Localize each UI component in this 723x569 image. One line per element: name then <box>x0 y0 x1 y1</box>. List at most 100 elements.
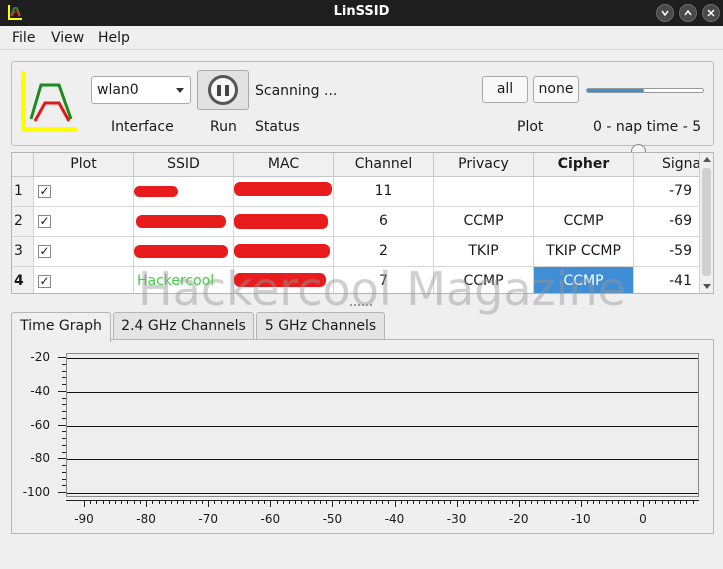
scroll-thumb[interactable] <box>702 168 711 276</box>
menu-bar: File View Help <box>0 26 723 50</box>
grid-line <box>67 493 698 494</box>
pause-icon <box>208 75 238 105</box>
x-axis-tick <box>500 500 502 504</box>
menu-view[interactable]: View <box>51 30 84 46</box>
x-axis-tick <box>456 500 458 507</box>
x-axis-tick <box>636 500 638 504</box>
ssid-cell <box>134 207 234 236</box>
nap-time-slider-track[interactable] <box>586 88 704 93</box>
signal-cell: -69 <box>669 213 692 229</box>
ssid-cell: Hackercool <box>134 267 234 293</box>
y-axis-tick <box>62 363 66 365</box>
redacted-ssid <box>136 215 226 228</box>
x-axis-tick <box>419 500 421 504</box>
y-tick-label: -80 <box>30 451 50 466</box>
cipher-cell: TKIP CCMP <box>534 237 634 266</box>
mac-cell <box>234 237 334 266</box>
tab-2-4-ghz-channels[interactable]: 2.4 GHz Channels <box>113 312 254 340</box>
x-axis-tick <box>282 500 284 504</box>
table-row[interactable]: 2 ✓ 6 CCMP CCMP -69 <box>12 207 698 237</box>
y-axis-tick <box>62 444 66 446</box>
plot-checkbox[interactable]: ✓ <box>38 215 51 228</box>
redacted-ssid <box>134 186 178 197</box>
x-axis-tick <box>574 500 576 504</box>
plot-checkbox[interactable]: ✓ <box>38 245 51 258</box>
window-title: LinSSID <box>333 4 390 19</box>
plot-checkbox[interactable]: ✓ <box>38 185 51 198</box>
header-ssid[interactable]: SSID <box>134 153 234 177</box>
header-channel[interactable]: Channel <box>334 153 434 177</box>
table-row[interactable]: 1 ✓ 11 -79 <box>12 177 698 207</box>
y-axis-tick <box>62 438 66 439</box>
plot-none-button[interactable]: none <box>533 76 579 103</box>
header-cipher[interactable]: Cipher <box>534 153 634 177</box>
x-axis-tick <box>195 500 197 504</box>
splitter-handle[interactable] <box>350 304 372 307</box>
menu-help[interactable]: Help <box>98 30 130 46</box>
x-axis-tick <box>568 500 570 504</box>
signal-cell: -79 <box>669 183 692 199</box>
x-axis-tick <box>288 500 290 504</box>
x-axis-tick <box>84 500 85 507</box>
maximize-icon <box>684 9 692 16</box>
tab-time-graph[interactable]: Time Graph <box>11 312 111 342</box>
x-axis-tick <box>406 500 408 504</box>
x-axis-tick <box>661 500 663 504</box>
nap-time-slider-fill <box>587 89 644 92</box>
cipher-cell: CCMP <box>534 207 634 236</box>
tab-5-ghz-channels[interactable]: 5 GHz Channels <box>256 312 385 340</box>
x-axis-tick <box>655 500 657 504</box>
x-axis-tick <box>245 500 247 504</box>
y-axis-tick <box>62 404 66 406</box>
x-axis-tick <box>295 500 297 504</box>
privacy-cell: CCMP <box>434 207 534 236</box>
x-axis-tick <box>307 500 309 504</box>
header-plot[interactable]: Plot <box>34 153 134 177</box>
x-axis-tick <box>605 500 607 504</box>
plot-cell: ✓ <box>34 267 134 293</box>
x-axis-tick <box>630 500 632 504</box>
run-pause-button[interactable] <box>197 70 249 110</box>
network-table: Plot SSID MAC Channel Privacy Cipher Sig… <box>11 152 714 294</box>
plot-checkbox[interactable]: ✓ <box>38 275 51 288</box>
channel-cell: 7 <box>334 267 434 293</box>
header-privacy[interactable]: Privacy <box>434 153 534 177</box>
table-row[interactable]: 3 ✓ 2 TKIP TKIP CCMP -59 <box>12 237 698 267</box>
table-scrollbar[interactable] <box>699 153 713 293</box>
mac-cell <box>234 267 334 293</box>
x-tick-label: -40 <box>384 512 405 526</box>
scroll-up-icon[interactable] <box>703 157 711 162</box>
interface-select[interactable]: wlan0 <box>91 76 191 104</box>
plot-all-button[interactable]: all <box>482 76 528 103</box>
x-axis-tick <box>313 500 315 504</box>
x-axis-tick <box>382 500 384 504</box>
y-tick-label: -100 <box>22 485 50 499</box>
x-axis-tick <box>276 500 278 504</box>
scroll-down-icon[interactable] <box>703 284 711 289</box>
x-axis-tick <box>301 500 303 504</box>
table-row[interactable]: 4 ✓ Hackercool 7 CCMP CCMP -41 <box>12 267 698 293</box>
maximize-button[interactable] <box>679 4 697 22</box>
cipher-cell-selected[interactable]: CCMP <box>534 267 634 293</box>
mac-cell <box>234 177 334 206</box>
y-axis-tick <box>62 478 66 480</box>
minimize-button[interactable] <box>656 4 674 22</box>
x-axis-tick <box>512 500 514 504</box>
x-axis-tick <box>562 500 564 504</box>
header-mac[interactable]: MAC <box>234 153 334 177</box>
close-button[interactable] <box>702 4 720 22</box>
x-axis-tick <box>487 500 489 504</box>
x-axis-tick <box>475 500 477 504</box>
y-axis-tick <box>58 492 66 493</box>
x-axis-tick <box>170 500 172 504</box>
signal-cell: -59 <box>669 243 692 259</box>
y-axis-tick <box>58 458 66 460</box>
time-graph-plot-area <box>66 353 699 497</box>
y-axis-tick <box>62 485 66 487</box>
grid-line <box>67 391 698 393</box>
cipher-cell <box>534 177 634 206</box>
menu-file[interactable]: File <box>12 30 35 46</box>
x-axis-tick <box>394 500 396 507</box>
x-axis-tick <box>251 500 253 504</box>
x-axis-tick <box>506 500 508 504</box>
